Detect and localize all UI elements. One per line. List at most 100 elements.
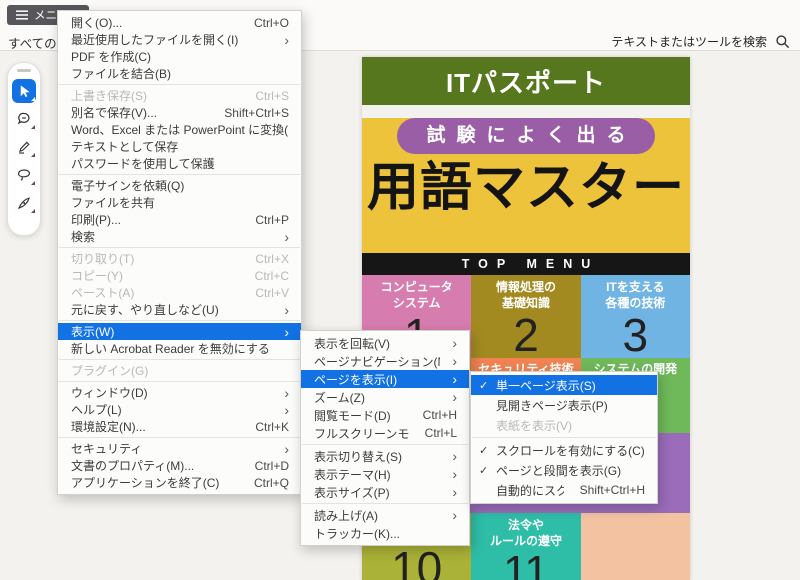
tile-number: 11 — [471, 550, 580, 580]
pencil-icon — [16, 139, 32, 155]
menu-item-read-mode[interactable]: 閲覧モード(D)Ctrl+H — [301, 406, 469, 424]
menu-item-label: ページを表示(I) — [314, 371, 440, 388]
lasso-icon — [16, 167, 32, 183]
tile-label: 法令や ルールの遵守 — [471, 513, 580, 549]
tile-peach — [581, 513, 690, 580]
menu-item-label: 表示テーマ(H) — [314, 466, 440, 483]
menu-separator — [472, 437, 656, 438]
menu-shortcut: Ctrl+S — [255, 89, 289, 103]
menu-item-window[interactable]: ウィンドウ(D) — [58, 384, 301, 401]
menu-item-label: ペースト(A) — [71, 284, 239, 301]
menu-item-show-page-gaps[interactable]: ページと段間を表示(G) — [471, 460, 657, 480]
menu-item-document-properties[interactable]: 文書のプロパティ(M)...Ctrl+D — [58, 457, 301, 474]
comment-tool-button[interactable] — [12, 107, 36, 131]
search-control[interactable]: テキストまたはツールを検索 — [611, 33, 790, 50]
select-arrow-icon — [17, 84, 32, 99]
menu-separator — [302, 444, 468, 445]
checkmark-icon — [479, 443, 496, 457]
menu-item-label: ウィンドウ(D) — [71, 384, 272, 401]
menu-item-label: ファイルを結合(B) — [71, 65, 289, 82]
menu-item-combine-files[interactable]: ファイルを結合(B) — [58, 65, 301, 82]
menu-item-view-switch[interactable]: 表示切り替え(S) — [301, 447, 469, 465]
menu-item-save-as-text[interactable]: テキストとして保存 — [58, 138, 301, 155]
menu-item-show-cover: 表紙を表示(V) — [471, 415, 657, 435]
menu-item-label: 単一ページ表示(S) — [496, 377, 645, 394]
toolbar-drag-handle[interactable] — [17, 69, 31, 72]
menu-item-security[interactable]: セキュリティ — [58, 440, 301, 457]
menu-item-label: 最近使用したファイルを開く(I) — [71, 31, 272, 48]
menu-item-label: 環境設定(N)... — [71, 418, 239, 435]
menu-shortcut: Ctrl+K — [255, 420, 289, 434]
menu-item-paste: ペースト(A) Ctrl+V — [58, 284, 301, 301]
menu-item-disable-new-reader[interactable]: 新しい Acrobat Reader を無効にする — [58, 340, 301, 357]
menu-item-preferences[interactable]: 環境設定(N)... Ctrl+K — [58, 418, 301, 435]
menu-item-print[interactable]: 印刷(P)...Ctrl+P — [58, 211, 301, 228]
tile-number: 3 — [581, 312, 690, 358]
menu-item-label: 別名で保存(V)... — [71, 104, 208, 121]
menu-item-page-navigation[interactable]: ページナビゲーション(N) — [301, 352, 469, 370]
menu-item-label: ページと段間を表示(G) — [496, 462, 645, 479]
menu-item-label: 検索 — [71, 228, 272, 245]
menu-item-label: テキストとして保存 — [71, 138, 289, 155]
menu-item-create-pdf[interactable]: PDF を作成(C) — [58, 48, 301, 65]
menu-shortcut: Ctrl+Q — [254, 476, 289, 490]
menu-item-open[interactable]: 開く(O)...Ctrl+O — [58, 14, 301, 31]
menu-item-rotate-view[interactable]: 表示を回転(V) — [301, 334, 469, 352]
app-window: ITパスポート 試験によく出る 用語マスター TOP MENU コンピュータ シ… — [0, 0, 800, 580]
magnifier-icon — [775, 34, 790, 49]
checkmark-icon — [479, 463, 496, 477]
select-tool-button[interactable] — [12, 79, 36, 103]
menu-item-read-aloud[interactable]: 読み上げ(A) — [301, 506, 469, 524]
menu-item-label: ズーム(Z) — [314, 389, 440, 406]
menu-separator — [59, 437, 300, 438]
menu-shortcut: Ctrl+L — [425, 426, 457, 440]
menu-item-help[interactable]: ヘルプ(L) — [58, 401, 301, 418]
menu-item-quit-application[interactable]: アプリケーションを終了(C)Ctrl+Q — [58, 474, 301, 491]
menu-item-label: 元に戻す、やり直しなど(U) — [71, 301, 272, 318]
menu-separator — [59, 247, 300, 248]
menu-shortcut: Ctrl+P — [255, 213, 289, 227]
menu-item-search[interactable]: 検索 — [58, 228, 301, 245]
fill-sign-pen-icon — [16, 195, 32, 211]
menu-shortcut: Ctrl+V — [255, 286, 289, 300]
doc-subtitle-pill: 試験によく出る — [397, 118, 655, 154]
menu-item-label: PDF を作成(C) — [71, 48, 289, 65]
comment-bubble-icon — [16, 111, 32, 127]
menu-item-single-page-view[interactable]: 単一ページ表示(S) — [471, 375, 657, 395]
page-display-submenu: 単一ページ表示(S) 見開きページ表示(P) 表紙を表示(V) スクロールを有効… — [470, 371, 658, 504]
draw-tool-button[interactable] — [12, 135, 36, 159]
menu-item-label: 読み上げ(A) — [314, 507, 440, 524]
menu-item-open-recent[interactable]: 最近使用したファイルを開く(I) — [58, 31, 301, 48]
menu-shortcut: Ctrl+D — [255, 459, 289, 473]
menu-separator — [302, 503, 468, 504]
menu-separator — [59, 174, 300, 175]
menu-item-full-screen[interactable]: フルスクリーンモード(F) Ctrl+L — [301, 424, 469, 442]
menu-item-display-theme[interactable]: 表示テーマ(H) — [301, 465, 469, 483]
menu-item-two-page-view[interactable]: 見開きページ表示(P) — [471, 395, 657, 415]
fill-sign-tool-button[interactable] — [12, 191, 36, 215]
menu-item-convert-office[interactable]: Word、Excel または PowerPoint に変換(R) — [58, 121, 301, 138]
menu-item-label: ヘルプ(L) — [71, 401, 272, 418]
menu-item-share-file[interactable]: ファイルを共有 — [58, 194, 301, 211]
menu-item-label: プラグイン(G) — [71, 362, 289, 379]
menu-item-page-display[interactable]: ページを表示(I) — [301, 370, 469, 388]
menu-item-label: フルスクリーンモード(F) — [314, 425, 409, 442]
menu-item-protect-password[interactable]: パスワードを使用して保護 — [58, 155, 301, 172]
menu-item-save-as[interactable]: 別名で保存(V)...Shift+Ctrl+S — [58, 104, 301, 121]
hamburger-icon — [16, 10, 28, 20]
menu-item-enable-scrolling[interactable]: スクロールを有効にする(C) — [471, 440, 657, 460]
tile-label: ITを支える 各種の技術 — [581, 275, 690, 311]
menu-item-label: 表紙を表示(V) — [496, 417, 645, 434]
menu-item-display-size[interactable]: 表示サイズ(P) — [301, 483, 469, 501]
menu-item-request-esign[interactable]: 電子サインを依頼(Q) — [58, 177, 301, 194]
menu-separator — [59, 84, 300, 85]
menu-item-auto-scroll[interactable]: 自動的にスクロール(A)Shift+Ctrl+H — [471, 480, 657, 500]
menu-item-label: 電子サインを依頼(Q) — [71, 177, 289, 194]
menu-separator — [59, 320, 300, 321]
tile-label: 情報処理の 基礎知識 — [471, 275, 580, 311]
lasso-tool-button[interactable] — [12, 163, 36, 187]
menu-item-undo-redo[interactable]: 元に戻す、やり直しなど(U) — [58, 301, 301, 318]
menu-item-view[interactable]: 表示(W) — [58, 323, 301, 340]
menu-item-zoom[interactable]: ズーム(Z) — [301, 388, 469, 406]
menu-item-tracker[interactable]: トラッカー(K)... — [301, 524, 469, 542]
